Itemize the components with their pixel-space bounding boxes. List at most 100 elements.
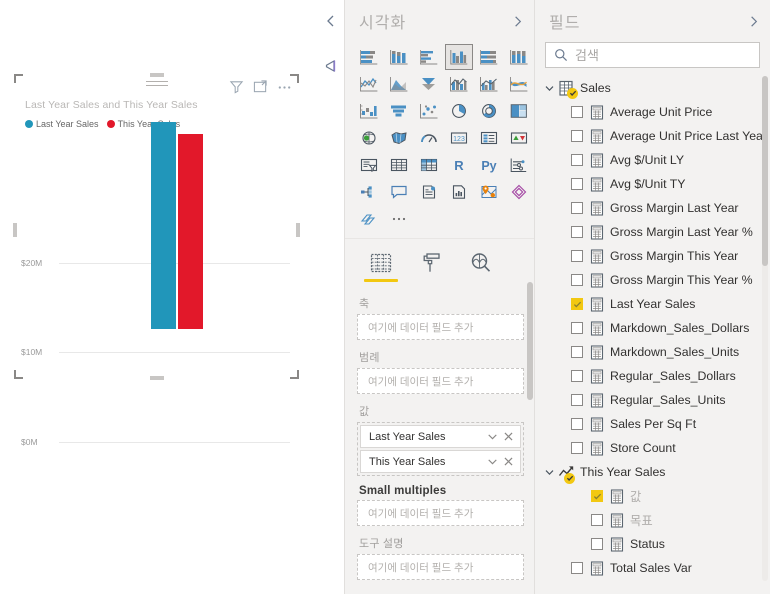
well-dropzone-small-multiples[interactable]: 여기에 데이터 필드 추가 [357, 500, 524, 526]
viz-pie-chart[interactable] [445, 98, 473, 124]
visualizations-pane-scrollbar[interactable] [527, 282, 533, 594]
viz-waterfall-chart[interactable] [355, 98, 383, 124]
search-input[interactable] [575, 47, 751, 63]
fields-tree-table-sales[interactable]: Sales [543, 76, 770, 100]
fields-tree-group-this-year-sales[interactable]: This Year Sales [543, 460, 770, 484]
bar-chart-visual[interactable]: Last Year Sales and This Year Sales Last… [13, 73, 300, 447]
chevron-right-icon[interactable] [511, 15, 524, 28]
viz-smart-narrative[interactable] [415, 179, 443, 205]
fields-tree-item-avg-unit-ly[interactable]: Avg $/Unit LY [543, 148, 770, 172]
viz-r-script[interactable]: R [445, 152, 473, 178]
focus-mode-icon[interactable] [253, 79, 268, 94]
viz-line-stacked-column-chart[interactable] [445, 71, 473, 97]
field-checkbox[interactable] [571, 154, 583, 166]
field-checkbox[interactable] [571, 226, 583, 238]
fields-tree-item-gross-margin-last-year[interactable]: Gross Margin Last Year [543, 196, 770, 220]
report-canvas[interactable]: Last Year Sales and This Year Sales Last… [0, 0, 318, 594]
field-checkbox[interactable] [571, 322, 583, 334]
analytics-tab[interactable] [469, 251, 493, 282]
fields-tree-item-regular-sales-units[interactable]: Regular_Sales_Units [543, 388, 770, 412]
field-checkbox[interactable] [571, 250, 583, 262]
selection-handle-bottom-right[interactable] [290, 370, 299, 379]
fields-search-box[interactable] [545, 42, 760, 68]
fields-tree-item-gross-margin-this-year[interactable]: Gross Margin This Year [543, 244, 770, 268]
viz-arcgis-maps[interactable] [475, 179, 503, 205]
chevron-down-icon[interactable] [486, 455, 499, 468]
viz-treemap-chart[interactable] [505, 98, 533, 124]
viz-scatter-chart[interactable] [415, 98, 443, 124]
field-checkbox[interactable] [571, 274, 583, 286]
fields-tree-item-last-year-sales[interactable]: Last Year Sales [543, 292, 770, 316]
viz-ribbon-chart[interactable] [505, 71, 533, 97]
well-group-values[interactable]: Last Year Sales This Year Sales [357, 422, 524, 476]
field-checkbox[interactable] [591, 538, 603, 550]
chevron-down-icon[interactable] [543, 466, 556, 479]
field-checkbox[interactable] [591, 490, 603, 502]
well-dropzone-tooltips[interactable]: 여기에 데이터 필드 추가 [357, 554, 524, 580]
viz-python-script[interactable]: Py [475, 152, 503, 178]
drag-handle-icon[interactable] [145, 81, 168, 89]
fields-tree-item-value[interactable]: 값 [543, 484, 770, 508]
scrollbar-thumb[interactable] [527, 282, 533, 400]
selection-handle-bottom-left[interactable] [14, 370, 23, 379]
field-checkbox[interactable] [571, 442, 583, 454]
fields-tree-item-total-sales-var[interactable]: Total Sales Var [543, 556, 770, 580]
viz-filled-map[interactable] [385, 125, 413, 151]
chevron-left-icon[interactable] [324, 14, 338, 28]
viz-decomposition-tree[interactable] [355, 179, 383, 205]
viz-clustered-column-chart[interactable] [445, 44, 473, 70]
legend-item-0[interactable]: Last Year Sales [25, 119, 99, 129]
fields-tree-item-markdown-sales-units[interactable]: Markdown_Sales_Units [543, 340, 770, 364]
viz-paginated-report[interactable] [445, 179, 473, 205]
well-field-chip-this-year-sales[interactable]: This Year Sales [360, 450, 521, 473]
viz-stacked-area-chart[interactable] [415, 71, 443, 97]
chevron-down-icon[interactable] [543, 82, 556, 95]
field-checkbox[interactable] [571, 130, 583, 142]
viz-key-influencers[interactable] [505, 152, 533, 178]
viz-map[interactable] [355, 125, 383, 151]
fields-tree-item-sales-per-sq-ft[interactable]: Sales Per Sq Ft [543, 412, 770, 436]
visual-settings-tabs[interactable] [345, 238, 534, 282]
selection-handle-left[interactable] [13, 223, 17, 237]
selection-handle-top-right[interactable] [290, 74, 299, 83]
selection-handle-top-left[interactable] [14, 74, 23, 83]
fields-tree[interactable]: Sales Average Unit Price Average Unit Pr… [535, 76, 770, 594]
viz-funnel-chart[interactable] [385, 98, 413, 124]
viz-power-automate[interactable] [355, 206, 383, 232]
bar-this-year-sales[interactable] [178, 134, 203, 329]
viz-card[interactable]: 123 [445, 125, 473, 151]
fields-tree-item-goal[interactable]: 목표 [543, 508, 770, 532]
viz-qna[interactable] [385, 179, 413, 205]
field-checkbox[interactable] [571, 106, 583, 118]
chart-plot-area[interactable]: $20M $10M $0M [15, 122, 298, 447]
field-checkbox[interactable] [571, 562, 583, 574]
field-checkbox[interactable] [591, 514, 603, 526]
field-checkbox[interactable] [571, 418, 583, 430]
filter-icon[interactable] [229, 79, 244, 94]
remove-field-icon[interactable] [502, 430, 515, 443]
fields-tree-item-average-unit-price-last-year[interactable]: Average Unit Price Last Year [543, 124, 770, 148]
bar-last-year-sales[interactable] [151, 122, 176, 329]
fields-tab[interactable] [364, 251, 398, 282]
field-checkbox[interactable] [571, 394, 583, 406]
viz-line-chart[interactable] [355, 71, 383, 97]
fields-tree-item-status[interactable]: Status [543, 532, 770, 556]
selection-handle-bottom[interactable] [150, 376, 164, 380]
fields-tree-item-avg-unit-ty[interactable]: Avg $/Unit TY [543, 172, 770, 196]
fields-tree-item-gross-margin-this-year-pct[interactable]: Gross Margin This Year % [543, 268, 770, 292]
fields-tree-item-regular-sales-dollars[interactable]: Regular_Sales_Dollars [543, 364, 770, 388]
viz-area-chart[interactable] [385, 71, 413, 97]
field-checkbox[interactable] [571, 370, 583, 382]
fields-tree-item-markdown-sales-dollars[interactable]: Markdown_Sales_Dollars [543, 316, 770, 340]
viz-gauge[interactable] [415, 125, 443, 151]
well-dropzone-legend[interactable]: 여기에 데이터 필드 추가 [357, 368, 524, 394]
chevron-right-icon[interactable] [747, 15, 760, 28]
well-dropzone-axis[interactable]: 여기에 데이터 필드 추가 [357, 314, 524, 340]
selection-handle-right[interactable] [296, 223, 300, 237]
selection-handle-top[interactable] [150, 73, 164, 77]
field-checkbox[interactable] [571, 202, 583, 214]
viz-donut-chart[interactable] [475, 98, 503, 124]
filter-pane-icon[interactable] [323, 58, 339, 74]
viz-matrix[interactable] [415, 152, 443, 178]
field-checkbox[interactable] [571, 298, 583, 310]
